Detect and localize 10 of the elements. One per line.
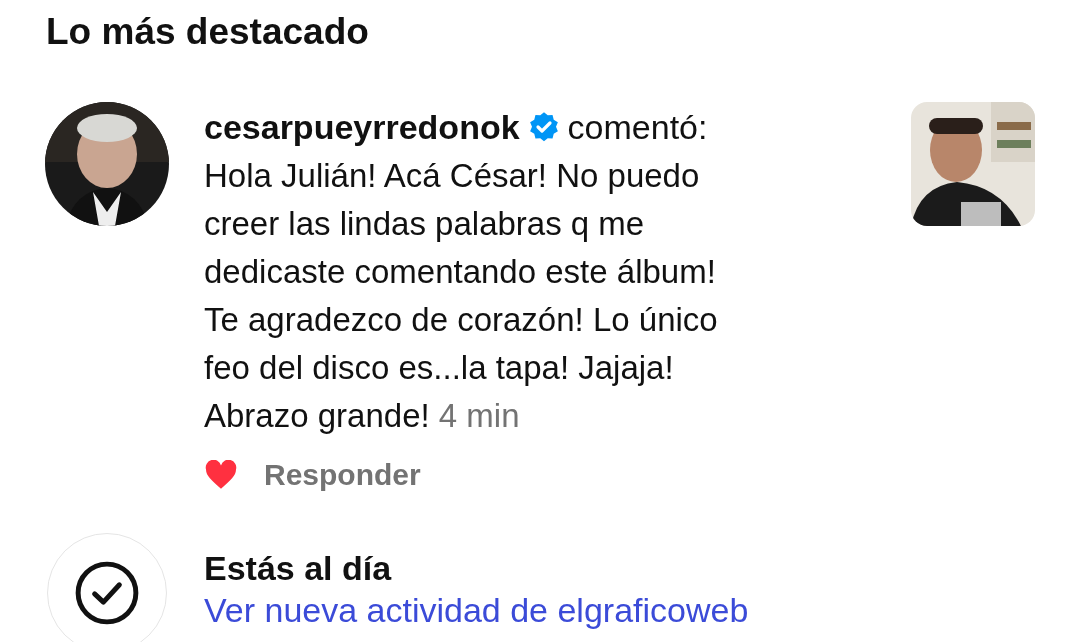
reply-button[interactable]: Responder	[264, 452, 421, 497]
timestamp: 4 min	[438, 397, 520, 434]
action-text: comentó:	[567, 107, 708, 148]
section-title: Lo más destacado	[46, 10, 370, 54]
checkmark-icon	[74, 560, 140, 626]
comment-text: Hola Julián! Acá César! No puedo creer las lindas palabras q me dedicaste comentando este álbum! Te agradezco de corazón! Lo único feo del disco es...la tapa! Jajaja! Abrazo grande! 4 min	[204, 156, 719, 436]
new-activity-link[interactable]: Ver nueva actividad de elgraficoweb	[204, 589, 749, 631]
caught-up-title: Estás al día	[204, 548, 393, 589]
username[interactable]: cesarpueyrredonok	[204, 102, 520, 152]
heart-icon[interactable]	[204, 459, 238, 490]
